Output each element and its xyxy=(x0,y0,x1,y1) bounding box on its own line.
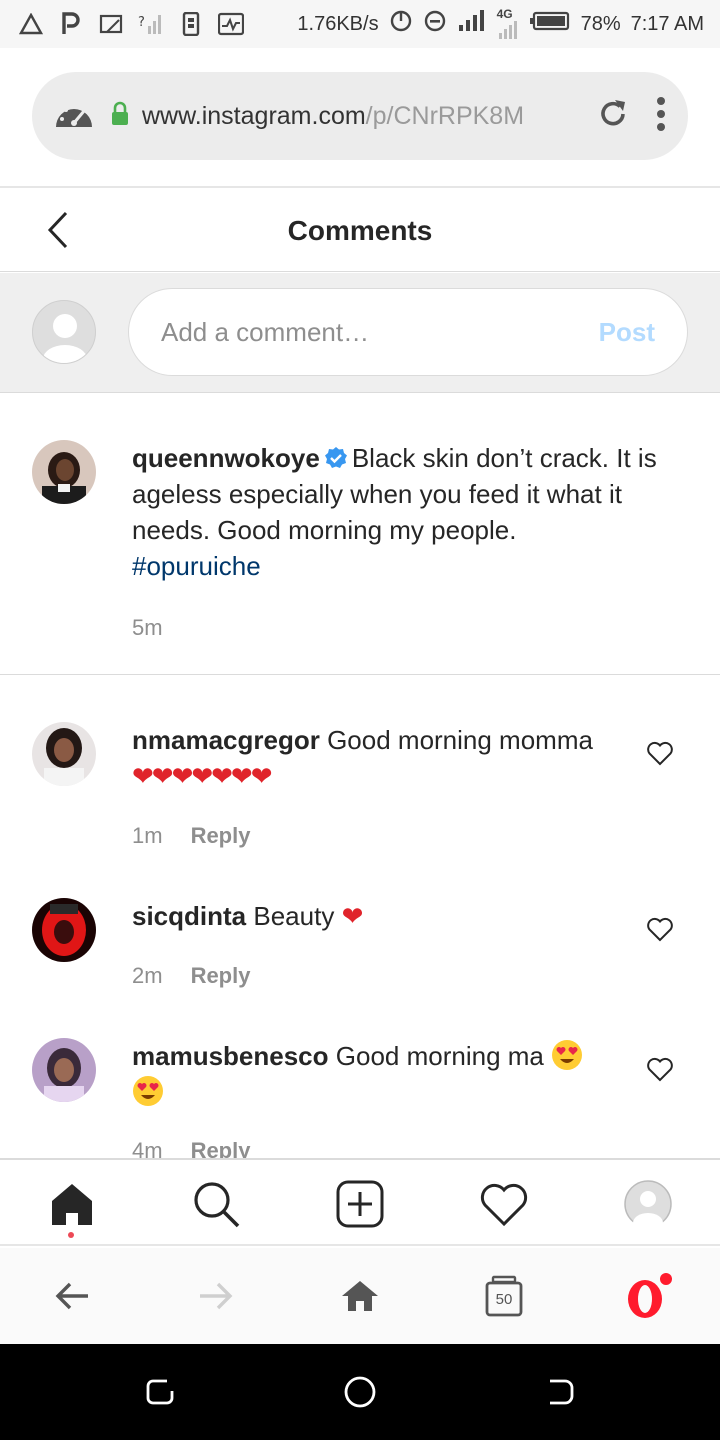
browser-toolbar: www.instagram.com/p/CNrRPK8M xyxy=(0,48,720,188)
url-domain: www.instagram.com xyxy=(142,101,366,130)
comment-text: mamusbenesco Good morning ma xyxy=(132,1038,612,1110)
url-path: /p/CNrRPK8M xyxy=(365,101,525,130)
speed-dial-gauge-icon[interactable] xyxy=(54,97,94,136)
comments-header: Comments xyxy=(0,190,720,272)
reply-button[interactable]: Reply xyxy=(191,823,251,849)
browser-forward-button[interactable] xyxy=(192,1272,240,1320)
do-not-disturb-icon xyxy=(423,9,447,39)
system-home-button[interactable] xyxy=(342,1374,378,1410)
add-comment-bar: Post xyxy=(0,273,720,393)
network-type-4g: 4G xyxy=(496,7,519,39)
like-heart-icon[interactable] xyxy=(646,1055,674,1083)
like-heart-icon[interactable] xyxy=(646,915,674,943)
network-type-label: 4G xyxy=(496,7,513,21)
opera-menu-button[interactable] xyxy=(624,1272,672,1320)
chevron-left-icon xyxy=(47,211,68,249)
plus-square-icon xyxy=(336,1180,384,1228)
instagram-bottom-nav xyxy=(0,1158,720,1246)
current-user-avatar xyxy=(32,300,96,364)
username[interactable]: queennwokoye xyxy=(132,443,320,473)
timestamp: 1m xyxy=(132,823,163,848)
username[interactable]: sicqdinta xyxy=(132,901,246,931)
like-heart-icon[interactable] xyxy=(646,739,674,767)
avatar[interactable] xyxy=(32,1038,96,1102)
recents-button[interactable] xyxy=(142,1374,178,1410)
heart-eyes-emoji xyxy=(551,1039,583,1071)
phone-storage-icon xyxy=(178,11,204,37)
hashtag-link[interactable]: #opuruiche xyxy=(132,551,261,581)
comment-body: Good morning ma xyxy=(335,1041,544,1071)
back-button[interactable] xyxy=(38,208,78,252)
timestamp: 5m xyxy=(132,615,163,640)
signal-strength-icon xyxy=(457,9,487,39)
post-button[interactable]: Post xyxy=(599,317,655,348)
comment-body: Good morning momma xyxy=(327,725,593,755)
battery-icon xyxy=(529,10,571,38)
comment-meta: 1m Reply xyxy=(132,823,250,849)
verified-badge-icon xyxy=(324,443,348,468)
comment-meta: 2m Reply xyxy=(132,963,250,989)
notification-dot xyxy=(68,1232,74,1238)
browser-bottom-bar: 50 xyxy=(0,1248,720,1344)
nav-new-post[interactable] xyxy=(334,1178,386,1230)
cast-screen-icon xyxy=(98,11,124,37)
arrow-right-icon xyxy=(200,1282,233,1310)
system-nav-bar xyxy=(0,1344,720,1440)
nav-home[interactable] xyxy=(46,1178,98,1230)
tabs-count: 50 xyxy=(495,1291,513,1308)
svg-text:?: ? xyxy=(138,15,145,30)
avatar[interactable] xyxy=(32,440,96,504)
comment-text: sicqdinta Beauty ❤ xyxy=(132,898,612,935)
system-back-button[interactable] xyxy=(542,1374,578,1410)
circle-home-icon xyxy=(344,1376,376,1408)
avatar[interactable] xyxy=(32,898,96,962)
avatar[interactable] xyxy=(32,722,96,786)
recents-icon xyxy=(146,1379,174,1405)
battery-percent: 78% xyxy=(580,12,621,35)
caption-meta: 5m xyxy=(132,615,163,641)
reply-button[interactable]: Reply xyxy=(191,963,251,989)
activity-monitor-icon xyxy=(218,11,244,37)
post-caption: queennwokoye Black skin don’t crack. It i… xyxy=(0,394,720,675)
house-icon xyxy=(342,1281,378,1311)
no-signal-icon: ? xyxy=(138,11,164,37)
data-saver-icon xyxy=(389,9,413,39)
red-hearts-emoji: ❤❤❤❤❤❤❤ xyxy=(132,762,272,792)
status-bar: ? 1.76KB/s 4G 78% 7:17 AM xyxy=(0,0,720,48)
caption-text: queennwokoye Black skin don’t crack. It i… xyxy=(132,440,692,584)
overflow-menu-icon[interactable] xyxy=(656,96,666,137)
parking-p-icon xyxy=(58,11,84,37)
arrow-left-icon xyxy=(55,1282,88,1310)
tabs-icon: 50 xyxy=(485,1275,523,1317)
profile-avatar-icon xyxy=(624,1180,672,1229)
home-icon xyxy=(52,1184,92,1225)
opera-logo-icon xyxy=(623,1272,673,1320)
username[interactable]: nmamacgregor xyxy=(132,725,320,755)
username[interactable]: mamusbenesco xyxy=(132,1041,329,1071)
page-title: Comments xyxy=(287,214,433,246)
nav-activity[interactable] xyxy=(478,1178,530,1230)
back-icon xyxy=(550,1379,574,1405)
heart-eyes-emoji xyxy=(132,1075,164,1107)
network-speed: 1.76KB/s xyxy=(297,12,379,35)
browser-back-button[interactable] xyxy=(48,1272,96,1320)
timestamp: 2m xyxy=(132,963,163,988)
comment-input-pill: Post xyxy=(128,288,688,376)
browser-home-button[interactable] xyxy=(336,1272,384,1320)
nav-search[interactable] xyxy=(190,1178,242,1230)
secure-lock-icon xyxy=(110,101,130,132)
search-icon xyxy=(194,1182,240,1228)
reload-icon[interactable] xyxy=(596,97,630,136)
tabs-button[interactable]: 50 xyxy=(480,1272,528,1320)
comment-body: Beauty xyxy=(253,901,335,931)
heart-icon xyxy=(480,1183,528,1227)
comment-input[interactable] xyxy=(161,316,561,348)
comment-text: nmamacgregor Good morning momma ❤❤❤❤❤❤❤ xyxy=(132,722,612,795)
warning-triangle-icon xyxy=(18,11,44,37)
nav-profile[interactable] xyxy=(622,1178,674,1230)
red-heart-emoji: ❤ xyxy=(341,902,364,932)
address-bar[interactable]: www.instagram.com/p/CNrRPK8M xyxy=(32,72,688,160)
url-text[interactable]: www.instagram.com/p/CNrRPK8M xyxy=(142,102,552,131)
clock-time: 7:17 AM xyxy=(630,12,704,35)
